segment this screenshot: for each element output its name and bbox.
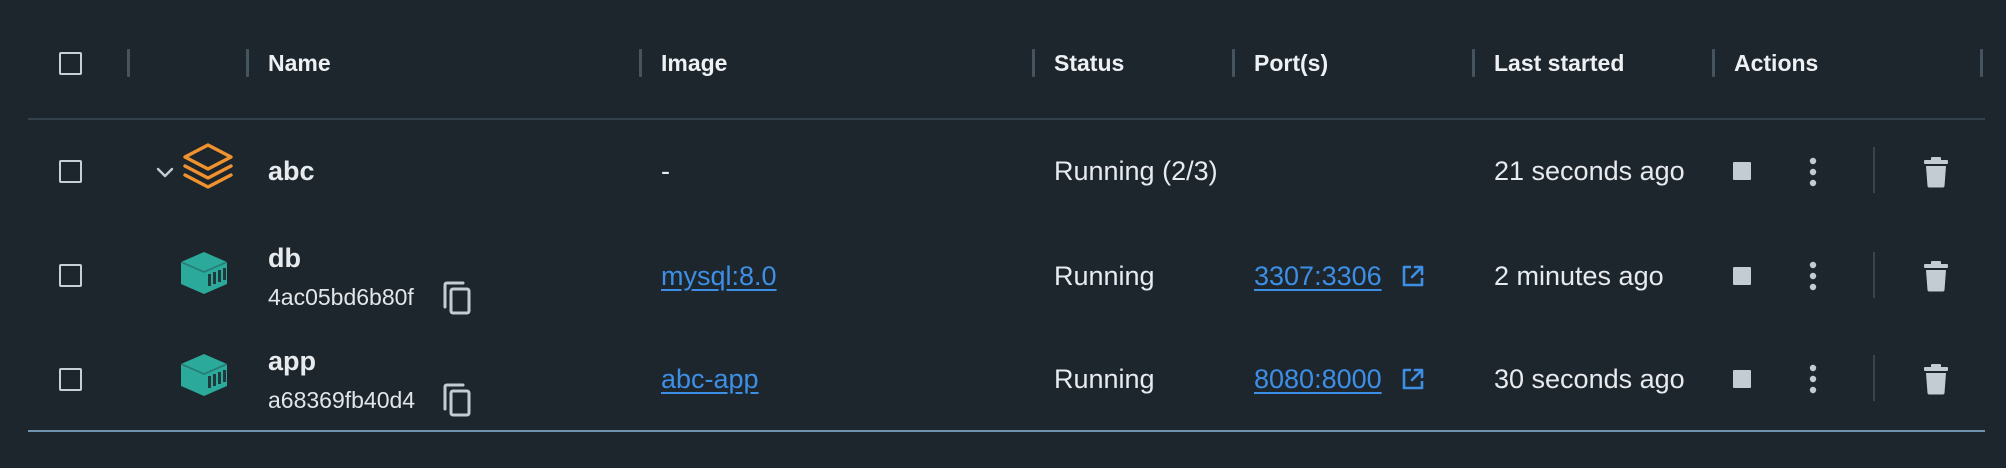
group-name[interactable]: abc [268,155,315,187]
row-checkbox[interactable] [59,264,82,287]
column-header-actions: Actions [1734,50,1819,76]
copy-icon[interactable] [441,281,473,315]
column-header-name[interactable]: Name [268,46,331,80]
stack-layers-icon [183,143,233,189]
action-divider [1873,252,1875,298]
port-link[interactable]: 8080:8000 [1254,362,1382,396]
action-divider [1873,355,1875,401]
more-vertical-icon[interactable] [1803,156,1823,188]
status-value: Running (2/3) [1054,156,1218,186]
image-value: - [661,156,670,186]
column-header-image[interactable]: Image [661,46,727,80]
column-separator [127,49,130,77]
action-divider [1873,147,1875,193]
column-separator [1032,49,1035,77]
container-id: 4ac05bd6b80f [268,284,414,310]
copy-icon[interactable] [441,383,473,417]
table-bottom-border [28,430,1985,432]
header-divider [28,118,1985,120]
column-header-ports[interactable]: Port(s) [1254,46,1328,80]
column-separator [1980,49,1983,77]
more-vertical-icon[interactable] [1803,260,1823,292]
stop-icon[interactable] [1732,161,1752,181]
trash-icon[interactable] [1922,363,1950,395]
stop-icon[interactable] [1732,266,1752,286]
column-separator [639,49,642,77]
stop-icon[interactable] [1732,369,1752,389]
chevron-down-icon[interactable] [154,161,176,183]
container-id: a68369fb40d4 [268,387,416,413]
trash-icon[interactable] [1922,156,1950,188]
image-link[interactable]: abc-app [661,362,759,396]
container-name[interactable]: db [268,242,301,274]
container-box-icon [180,354,228,396]
trash-icon[interactable] [1922,260,1950,292]
more-vertical-icon[interactable] [1803,363,1823,395]
last-started-value: 2 minutes ago [1494,261,1664,291]
containers-table: Name Image Status Port(s) Last started A… [0,0,2006,468]
status-value: Running [1054,364,1155,394]
column-separator [1232,49,1235,77]
select-all-checkbox[interactable] [59,52,82,75]
container-box-icon [180,252,228,294]
status-value: Running [1054,261,1155,291]
last-started-value: 21 seconds ago [1494,156,1685,186]
port-link[interactable]: 3307:3306 [1254,259,1382,293]
column-separator [246,49,249,77]
image-link[interactable]: mysql:8.0 [661,259,777,293]
column-header-status[interactable]: Status [1054,46,1124,80]
external-link-icon[interactable] [1401,264,1425,288]
row-checkbox[interactable] [59,368,82,391]
column-separator [1712,49,1715,77]
column-separator [1472,49,1475,77]
column-header-last-started[interactable]: Last started [1494,46,1624,80]
row-checkbox[interactable] [59,160,82,183]
container-name[interactable]: app [268,345,316,377]
last-started-value: 30 seconds ago [1494,364,1685,394]
external-link-icon[interactable] [1401,367,1425,391]
